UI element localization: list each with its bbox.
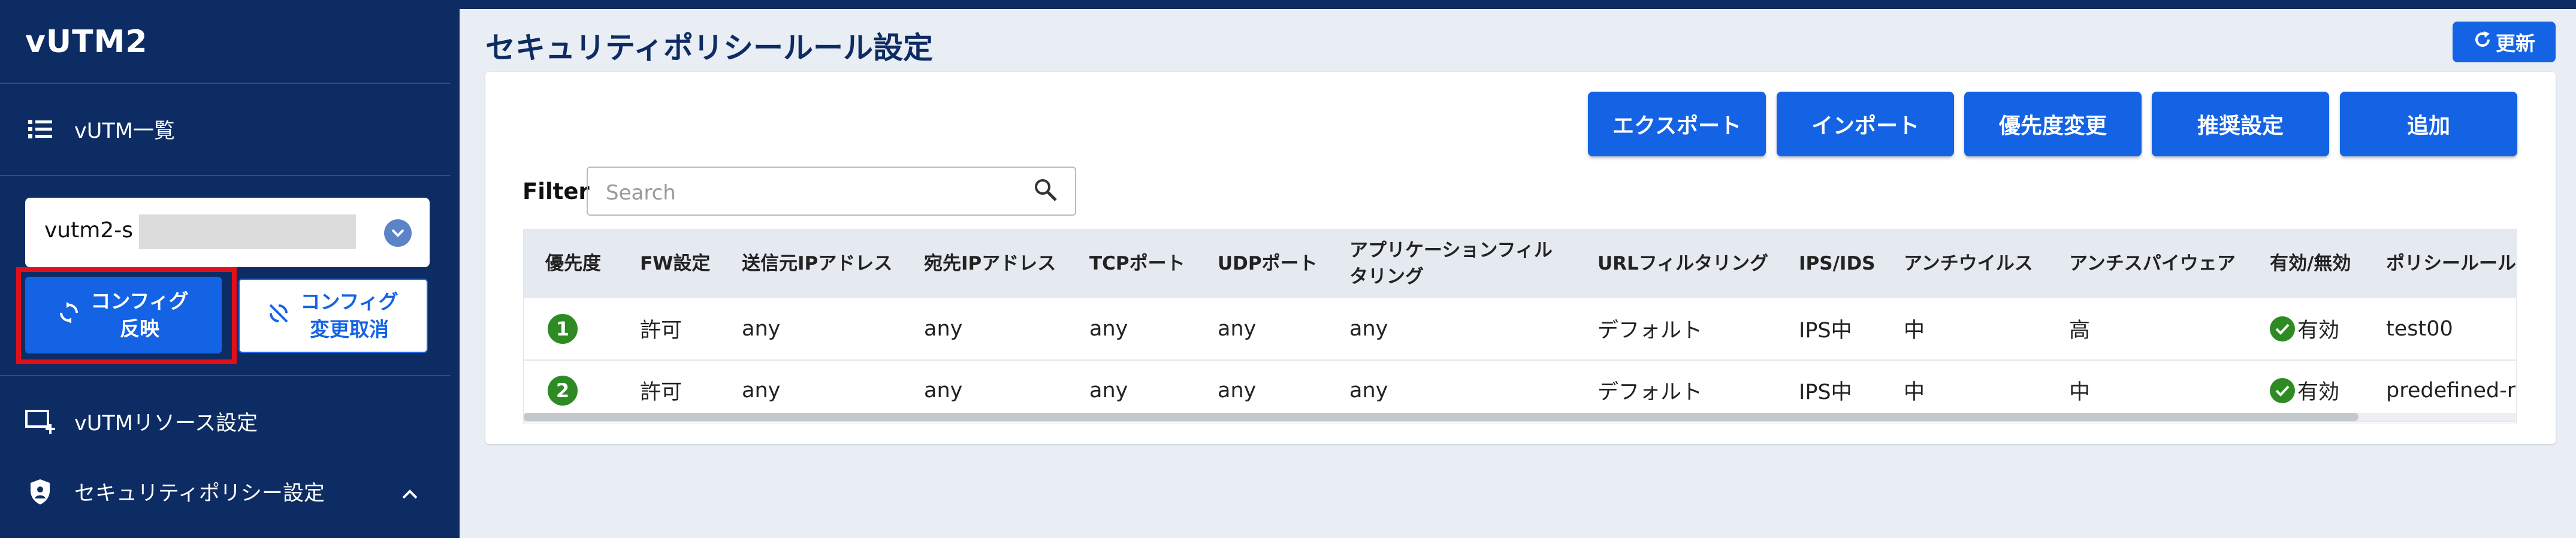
config-cancel-line2: 変更取消 — [309, 318, 389, 341]
sidebar-item-resource-settings[interactable]: vUTMリソース設定 — [25, 406, 258, 437]
col-header-priority[interactable]: 優先度 — [545, 229, 601, 298]
refresh-button[interactable]: 更新 — [2453, 22, 2556, 62]
recommended-settings-button[interactable]: 推奨設定 — [2152, 92, 2329, 156]
import-label: インポート — [1811, 114, 1919, 138]
highlight-box — [16, 267, 237, 364]
cell-udp: any — [1218, 378, 1257, 403]
cell-tcp: any — [1089, 378, 1128, 403]
shield-icon — [25, 477, 55, 507]
priority-badge: 1 — [548, 313, 578, 344]
search-icon[interactable] — [1033, 177, 1058, 205]
cell-dst-ip: any — [924, 316, 963, 341]
export-button[interactable]: エクスポート — [1588, 92, 1766, 156]
col-header-src-ip[interactable]: 送信元IPアドレス — [742, 229, 892, 298]
enabled-label: 有効 — [2297, 319, 2340, 343]
table-row[interactable]: 1 許可 any any any any any デフォルト IPS中 中 高 … — [524, 298, 2516, 361]
sidebar-item-label: セキュリティポリシー設定 — [74, 482, 325, 506]
refresh-label: 更新 — [2496, 32, 2535, 55]
col-header-app-filter[interactable]: アプリケーションフィル タリング — [1349, 229, 1565, 298]
filter-label: Filter — [523, 179, 590, 204]
col-header-antispyware[interactable]: アンチスパイウェア — [2069, 229, 2236, 298]
page-title: セキュリティポリシールール設定 — [485, 31, 933, 65]
col-header-enabled[interactable]: 有効/無効 — [2270, 229, 2351, 298]
cell-ips: IPS中 — [1799, 319, 1852, 343]
cell-antispyware: 中 — [2069, 380, 2091, 404]
sidebar-divider — [0, 83, 450, 84]
cell-fw: 許可 — [640, 319, 682, 343]
cell-url-filter: デフォルト — [1597, 380, 1703, 404]
add-screen-icon — [25, 407, 55, 437]
sidebar: vUTM2 vUTM一覧 vutm2-s コンフィグ 反映 コンフィグ 変更取消 — [0, 0, 460, 538]
sidebar-divider — [0, 375, 450, 376]
cell-tcp: any — [1089, 316, 1128, 341]
col-header-rule-name[interactable]: ポリシールール名 — [2386, 229, 2516, 298]
vutm-select-value: vutm2-s — [44, 218, 133, 243]
sidebar-divider — [0, 175, 450, 176]
cell-ips: IPS中 — [1799, 380, 1852, 404]
sidebar-item-vutm-list[interactable]: vUTM一覧 — [25, 114, 175, 144]
search-input[interactable]: Search — [587, 167, 1076, 216]
chevron-down-icon[interactable] — [384, 219, 412, 247]
priority-change-button[interactable]: 優先度変更 — [1964, 92, 2142, 156]
col-header-tcp[interactable]: TCPポート — [1089, 229, 1185, 298]
sidebar-item-label: vUTMリソース設定 — [74, 412, 258, 436]
policy-table: 優先度 FW設定 送信元IPアドレス 宛先IPアドレス TCPポート UDPポー… — [523, 229, 2517, 424]
cell-antispyware: 高 — [2069, 319, 2091, 343]
enabled-label: 有効 — [2297, 380, 2340, 404]
cell-udp: any — [1218, 316, 1257, 341]
col-header-url-filter[interactable]: URLフィルタリング — [1597, 229, 1768, 298]
add-label: 追加 — [2406, 114, 2450, 138]
cell-enabled: 有効 — [2270, 359, 2339, 421]
cell-src-ip: any — [742, 378, 781, 403]
recommended-settings-label: 推奨設定 — [2197, 114, 2284, 138]
config-cancel-line1: コンフィグ — [300, 290, 398, 313]
cell-rule-name: predefined-re — [2386, 378, 2517, 403]
import-button[interactable]: インポート — [1777, 92, 1954, 156]
redacted-value — [139, 214, 356, 249]
list-icon — [25, 114, 55, 144]
col-header-dst-ip[interactable]: 宛先IPアドレス — [924, 229, 1056, 298]
search-placeholder: Search — [606, 181, 676, 205]
sidebar-item-label: vUTM一覧 — [74, 119, 175, 143]
config-cancel-button[interactable]: コンフィグ 変更取消 — [238, 279, 428, 353]
col-header-fw[interactable]: FW設定 — [640, 229, 710, 298]
cell-antivirus: 中 — [1904, 380, 1925, 404]
horizontal-scrollbar-thumb[interactable] — [524, 413, 2358, 421]
priority-change-label: 優先度変更 — [1998, 114, 2107, 138]
table-header: 優先度 FW設定 送信元IPアドレス 宛先IPアドレス TCPポート UDPポー… — [524, 229, 2516, 298]
refresh-icon — [2473, 30, 2492, 54]
cell-antivirus: 中 — [1904, 319, 1925, 343]
cell-dst-ip: any — [924, 378, 963, 403]
cell-app-filter: any — [1349, 316, 1388, 341]
cell-rule-name: test00 — [2386, 316, 2453, 341]
cell-src-ip: any — [742, 316, 781, 341]
cell-fw: 許可 — [640, 380, 682, 404]
col-header-udp[interactable]: UDPポート — [1218, 229, 1318, 298]
add-button[interactable]: 追加 — [2340, 92, 2517, 156]
chevron-up-icon[interactable] — [401, 481, 418, 505]
app-title: vUTM2 — [25, 24, 148, 60]
cell-enabled: 有効 — [2270, 298, 2339, 359]
export-label: エクスポート — [1612, 114, 1741, 138]
cell-app-filter: any — [1349, 378, 1388, 403]
sidebar-item-security-policy[interactable]: セキュリティポリシー設定 — [25, 476, 427, 507]
cell-url-filter: デフォルト — [1597, 319, 1703, 343]
sync-disabled-icon — [268, 303, 289, 329]
check-circle-icon — [2270, 316, 2295, 341]
check-circle-icon — [2270, 377, 2295, 403]
col-header-ips[interactable]: IPS/IDS — [1799, 229, 1876, 298]
priority-badge: 2 — [548, 375, 578, 406]
col-header-antivirus[interactable]: アンチウイルス — [1904, 229, 2033, 298]
vutm-select[interactable]: vutm2-s — [25, 198, 430, 267]
